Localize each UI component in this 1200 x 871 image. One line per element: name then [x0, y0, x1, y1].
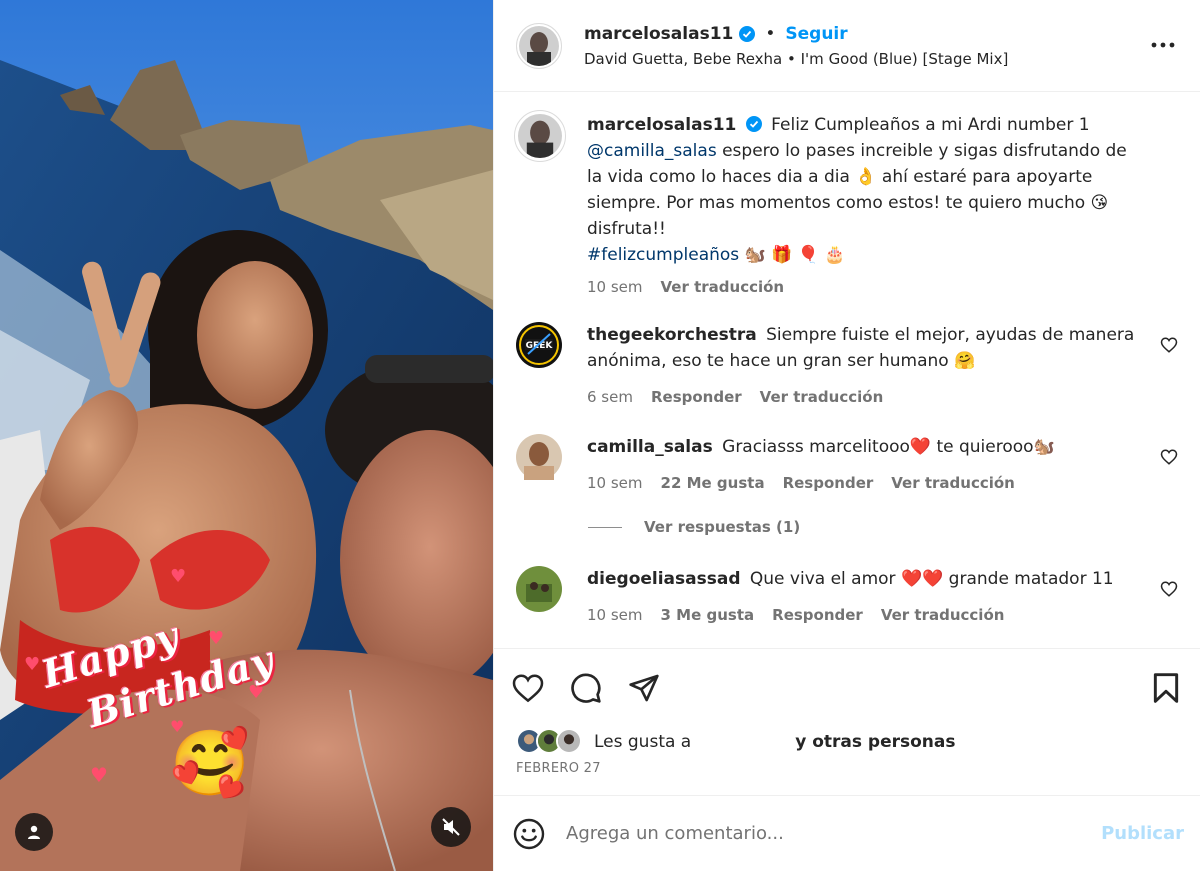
mute-toggle-button[interactable] — [431, 807, 471, 847]
save-button[interactable] — [1148, 670, 1184, 706]
audio-muted-icon — [442, 818, 460, 836]
svg-text:♥: ♥ — [170, 566, 186, 587]
comment-input[interactable] — [566, 823, 1102, 844]
post-date[interactable]: FEBRERO 27 — [494, 757, 1200, 795]
heart-icon — [512, 674, 544, 703]
post-actions-bar — [494, 649, 1200, 727]
translate-button[interactable]: Ver traducción — [881, 606, 1005, 624]
comment-timestamp[interactable]: 6 sem — [587, 388, 633, 406]
caption-mention[interactable]: @camilla_salas — [587, 141, 717, 161]
comment-item: diegoeliasassad Que viva el amor ❤️❤️ gr… — [516, 566, 1178, 624]
commenter-username[interactable]: camilla_salas — [587, 437, 713, 457]
caption-username[interactable]: marcelosalas11 — [587, 115, 736, 135]
comment-likes-count[interactable]: 22 Me gusta — [661, 474, 765, 492]
verified-badge-icon — [739, 25, 756, 42]
liker-avatar — [556, 728, 582, 754]
author-avatar — [519, 25, 559, 66]
caption: marcelosalas11 Feliz Cumpleaños a mi Ard… — [514, 110, 1178, 296]
comment-like-icon[interactable] — [1160, 448, 1178, 466]
user-tags-button[interactable] — [15, 813, 53, 851]
svg-text:♥: ♥ — [208, 628, 224, 649]
more-horizontal-icon — [1151, 42, 1175, 48]
author-avatar-ring[interactable] — [516, 22, 562, 69]
commenter-username[interactable]: diegoeliasassad — [587, 569, 741, 589]
svg-text:♥: ♥ — [90, 763, 108, 787]
comment-timestamp[interactable]: 10 sem — [587, 606, 643, 624]
follow-button[interactable]: Seguir — [785, 24, 847, 44]
comment-icon — [571, 673, 601, 703]
post-media[interactable]: ♥ ♥ ♥ ♥ ♥ ♥ Happy Birthday 🥰 — [0, 0, 493, 871]
reply-button[interactable]: Responder — [783, 474, 874, 492]
commenter-avatar[interactable] — [516, 566, 562, 612]
view-replies-button[interactable]: Ver respuestas (1) — [588, 518, 1178, 536]
likes-prefix: Les gusta a — [594, 732, 692, 752]
comment-likes-count[interactable]: 3 Me gusta — [661, 606, 755, 624]
author-avatar — [518, 114, 562, 158]
bookmark-icon — [1153, 673, 1179, 703]
caption-translate-button[interactable]: Ver traducción — [661, 278, 785, 296]
post-sidebar: marcelosalas11 • Seguir David Guetta, Be… — [493, 0, 1200, 871]
audio-attribution[interactable]: David Guetta, Bebe Rexha • I'm Good (Blu… — [584, 50, 1178, 68]
comment-text: Que viva el amor ❤️❤️ grande matador 11 — [749, 569, 1114, 589]
post-dialog: ♥ ♥ ♥ ♥ ♥ ♥ Happy Birthday 🥰 marcelosala… — [0, 0, 1200, 871]
post-header: marcelosalas11 • Seguir David Guetta, Be… — [494, 0, 1200, 92]
view-replies-label: Ver respuestas (1) — [644, 518, 801, 536]
caption-hashtag[interactable]: #felizcumpleaños — [587, 245, 739, 265]
commenter-avatar[interactable] — [516, 434, 562, 480]
emoji-picker-button[interactable] — [510, 815, 548, 853]
commenter-username[interactable]: thegeekorchestra — [587, 325, 757, 345]
comment-like-icon[interactable] — [1160, 580, 1178, 598]
share-button[interactable] — [626, 670, 662, 706]
translate-button[interactable]: Ver traducción — [891, 474, 1015, 492]
likes-summary: Les gusta a y otras personas — [494, 727, 1200, 757]
caption-timestamp[interactable]: 10 sem — [587, 278, 643, 296]
caption-author-avatar[interactable] — [514, 110, 566, 162]
comment-item: camilla_salas Graciasss marcelitooo❤️ te… — [516, 434, 1178, 492]
like-button[interactable] — [510, 670, 546, 706]
commenter-avatar[interactable]: GEEK — [516, 322, 562, 368]
person-icon — [28, 825, 40, 839]
comment-timestamp[interactable]: 10 sem — [587, 474, 643, 492]
comment-like-icon[interactable] — [1160, 336, 1178, 354]
comment-item: GEEK thegeekorchestra Siempre fuiste el … — [516, 322, 1178, 406]
post-comment-button[interactable]: Publicar — [1101, 823, 1184, 844]
share-icon — [629, 674, 659, 702]
caption-emojis: 🐿️ 🎁 🎈 🎂 — [739, 245, 846, 265]
author-username[interactable]: marcelosalas11 — [584, 24, 733, 44]
caption-body-1: Feliz Cumpleaños a mi Ardi number 1 — [771, 115, 1090, 135]
header-separator: • — [765, 23, 776, 44]
smiley-icon — [513, 818, 545, 849]
verified-badge-icon — [745, 116, 762, 132]
comment-text: Graciasss marcelitooo❤️ te quierooo🐿️ — [722, 437, 1055, 457]
sticker-emoji: 🥰 — [170, 727, 250, 801]
more-options-button[interactable] — [1148, 30, 1178, 60]
likes-others-link[interactable]: y otras personas — [795, 732, 955, 752]
translate-button[interactable]: Ver traducción — [760, 388, 884, 406]
replies-divider — [588, 526, 622, 528]
reply-button[interactable]: Responder — [651, 388, 742, 406]
reply-button[interactable]: Responder — [772, 606, 863, 624]
liker-avatars[interactable] — [516, 728, 586, 756]
caption-text: marcelosalas11 Feliz Cumpleaños a mi Ard… — [587, 112, 1142, 268]
comment-button[interactable] — [568, 670, 604, 706]
comments-list[interactable]: marcelosalas11 Feliz Cumpleaños a mi Ard… — [494, 92, 1200, 649]
comment-composer: Publicar — [494, 795, 1200, 871]
